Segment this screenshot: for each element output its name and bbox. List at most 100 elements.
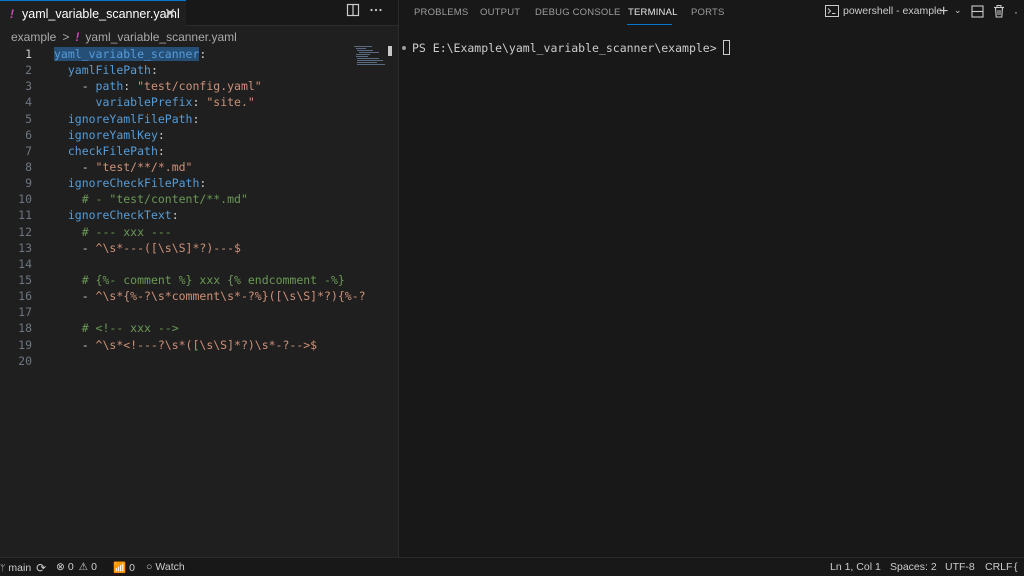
terminal-selector[interactable]: powershell - example	[825, 5, 942, 17]
code-line[interactable]: 5 ignoreYamlFilePath:	[0, 111, 398, 127]
code-line[interactable]: 14	[0, 256, 398, 272]
line-number: 15	[18, 272, 32, 287]
code-line[interactable]: 9 ignoreCheckFilePath:	[0, 175, 398, 191]
code-line[interactable]: 1 yaml_variable_scanner:	[0, 46, 398, 62]
code-token: "test/config.yaml"	[137, 79, 262, 94]
indentation[interactable]: Spaces: 2	[890, 561, 937, 573]
line-number: 8	[25, 159, 32, 174]
tab-debug-console[interactable]: DEBUG CONSOLE	[535, 7, 620, 18]
scrollbar-thumb[interactable]	[388, 46, 392, 56]
watch-label: Watch	[155, 561, 185, 573]
code-line[interactable]: 16 - ^\s*{%-?\s*comment\s*-?%}([\s\S]*?)…	[0, 288, 398, 304]
encoding[interactable]: UTF-8	[945, 561, 975, 573]
terminal-icon	[825, 5, 839, 17]
split-editor-icon[interactable]	[346, 3, 360, 20]
code-text: ignoreYamlKey:	[54, 127, 165, 143]
code-line[interactable]: 6 ignoreYamlKey:	[0, 127, 398, 143]
line-number: 5	[25, 111, 32, 126]
line-number: 2	[25, 63, 32, 78]
code-line[interactable]: 20	[0, 353, 398, 369]
line-number: 7	[25, 143, 32, 158]
code-line[interactable]: 13 - ^\s*---([\s\S]*?)---$	[0, 240, 398, 256]
code-line[interactable]: 12 # --- xxx ---	[0, 224, 398, 240]
close-icon[interactable]: ✕	[164, 5, 176, 22]
breadcrumb: example > ! yaml_variable_scanner.yaml	[0, 28, 237, 46]
code-token: ignoreYamlKey	[67, 127, 158, 142]
code-token: -	[54, 289, 96, 304]
code-token: -	[54, 337, 96, 352]
tab-title: yaml_variable_scanner.yaml	[22, 6, 180, 21]
line-number: 12	[18, 224, 32, 239]
warning-icon: ⚠	[78, 561, 89, 573]
code-token: :	[192, 95, 207, 110]
code-line[interactable]: 2 yamlFilePath:	[0, 62, 398, 78]
code-line[interactable]: 15 # {%- comment %} xxx {% endcomment -%…	[0, 272, 398, 288]
code-line[interactable]: 17	[0, 304, 398, 320]
code-token: :	[157, 143, 165, 158]
more-actions-icon[interactable]: ·	[1014, 5, 1018, 19]
code-line[interactable]: 7 checkFilePath:	[0, 143, 398, 159]
end-of-line[interactable]: CRLF	[985, 561, 1012, 573]
code-token: path	[95, 79, 124, 94]
chevron-down-icon[interactable]: ⌄	[954, 5, 962, 16]
cursor-position-label: Ln 1, Col 1	[830, 561, 881, 573]
code-token: :	[150, 63, 158, 78]
tab-output[interactable]: OUTPUT	[480, 7, 520, 18]
tab-problems[interactable]: PROBLEMS	[414, 7, 468, 18]
code-token: yamlFilePath	[67, 63, 151, 78]
watch-icon: ○	[146, 561, 153, 573]
problems-indicator[interactable]: ⊗ 0 ⚠ 0	[56, 561, 97, 573]
line-number: 9	[25, 176, 32, 191]
code-line[interactable]: 3 - path: "test/config.yaml"	[0, 78, 398, 94]
language-mode[interactable]: {	[1014, 561, 1018, 573]
watch-button[interactable]: ○ Watch	[146, 561, 185, 573]
encoding-label: UTF-8	[945, 561, 975, 573]
code-line[interactable]: 10 # - "test/content/**.md"	[0, 191, 398, 207]
code-token: yaml_variable_scanner	[54, 47, 200, 61]
code-token: :	[199, 47, 207, 61]
code-token: variablePrefix	[95, 95, 193, 110]
more-actions-icon[interactable]	[369, 3, 383, 20]
chevron-right-icon: >	[62, 30, 70, 44]
code-line[interactable]: 11 ignoreCheckText:	[0, 207, 398, 223]
code-line[interactable]: 19 - ^\s*<!---?\s*([\s\S]*?)\s*-?-->$	[0, 337, 398, 353]
tab-ports[interactable]: PORTS	[691, 7, 725, 18]
editor-tab[interactable]: ! yaml_variable_scanner.yaml ✕	[0, 0, 186, 26]
yaml-file-icon: !	[75, 30, 80, 44]
terminal-output[interactable]: PS E:\Example\yaml_variable_scanner\exam…	[399, 40, 730, 55]
code-text: # --- xxx ---	[54, 224, 172, 240]
code-line[interactable]: 4 variablePrefix: "site."	[0, 94, 398, 110]
code-token: "test/**/*.md"	[95, 159, 193, 174]
code-line[interactable]: 18 # <!-- xxx -->	[0, 320, 398, 336]
tab-terminal[interactable]: TERMINAL	[628, 7, 678, 18]
code-token: checkFilePath	[67, 143, 158, 158]
status-bar: ᛘ main ⟳ ⊗ 0 ⚠ 0 📶 0 ○ Watch Ln 1, Col 1…	[0, 557, 1024, 576]
code-line[interactable]: 8 - "test/**/*.md"	[0, 159, 398, 175]
code-token: ignoreCheckFilePath	[67, 176, 200, 191]
split-terminal-icon[interactable]	[971, 5, 984, 21]
new-terminal-icon[interactable]: +	[939, 3, 948, 21]
code-token: :	[123, 79, 138, 94]
branch-indicator[interactable]: ᛘ main ⟳	[0, 561, 46, 575]
trash-icon[interactable]	[993, 5, 1005, 21]
code-text: ignoreYamlFilePath:	[54, 111, 200, 127]
code-editor[interactable]: 1 yaml_variable_scanner: 2 yamlFilePath: 3 …	[0, 46, 398, 369]
code-token: -	[54, 240, 96, 255]
breadcrumb-folder[interactable]: example	[11, 30, 56, 44]
git-branch-icon: ᛘ	[0, 563, 6, 573]
breadcrumb-file[interactable]: yaml_variable_scanner.yaml	[85, 30, 236, 44]
code-token: ^\s*---([\s\S]*?)---$	[95, 240, 241, 255]
code-token: :	[192, 111, 200, 126]
cursor-position[interactable]: Ln 1, Col 1	[830, 561, 881, 573]
line-number: 19	[18, 337, 32, 352]
sync-icon[interactable]: ⟳	[36, 561, 46, 575]
line-number: 18	[18, 321, 32, 336]
ports-indicator[interactable]: 📶 0	[113, 561, 135, 575]
minimap[interactable]	[354, 46, 385, 68]
code-text: - path: "test/config.yaml"	[54, 78, 262, 94]
